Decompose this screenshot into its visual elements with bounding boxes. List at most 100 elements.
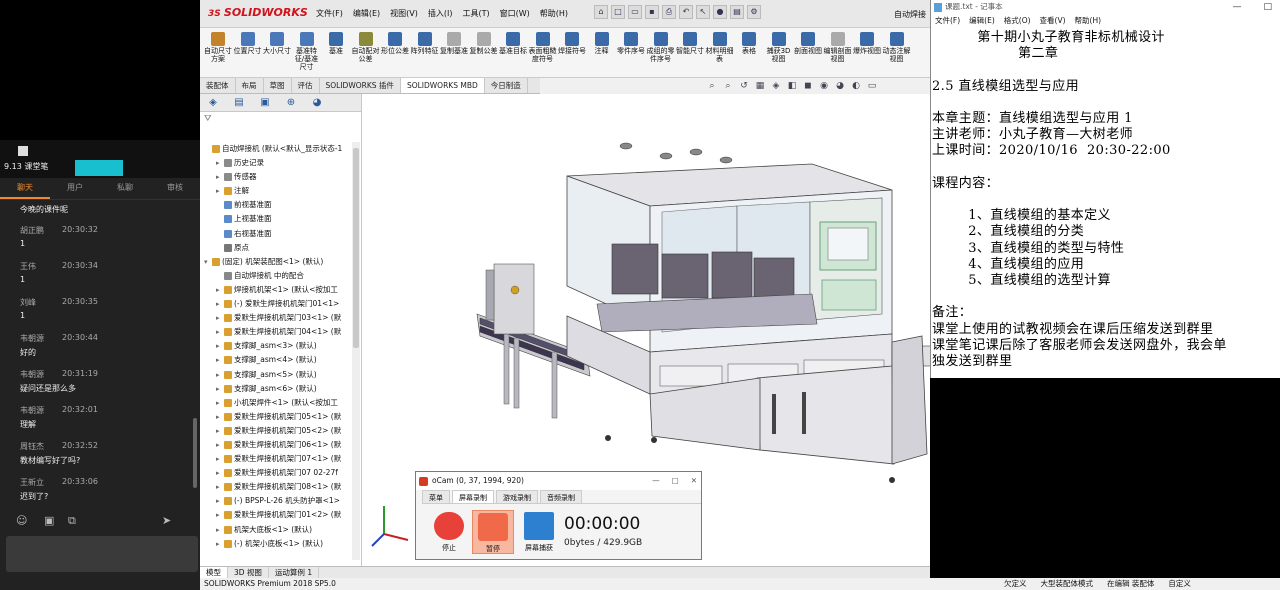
tree-item[interactable]: ▸ 爱默生焊接机机架门07<1> (默: [200, 452, 352, 466]
ocam-tab[interactable]: 屏幕录制: [452, 490, 494, 503]
ribbon-button[interactable]: 动态注解视图: [883, 30, 911, 76]
options-icon[interactable]: ⚙: [747, 5, 761, 19]
menu-item[interactable]: 文件(F): [316, 8, 343, 19]
ribbon-button[interactable]: 零件序号: [617, 30, 645, 76]
ribbon-button[interactable]: 大小尺寸: [263, 30, 291, 76]
tree-item[interactable]: 右视基准面: [200, 227, 352, 241]
chat-tab[interactable]: 聊天: [0, 178, 50, 199]
notepad-content[interactable]: 第十期小丸子教育非标机械设计 第二章 2.5 直线模组选型与应用 本章主题：直线…: [932, 30, 1277, 370]
chat-input[interactable]: [6, 536, 198, 572]
menu-item[interactable]: 工具(T): [462, 8, 489, 19]
tree-expander-icon[interactable]: ▸: [216, 466, 220, 480]
tree-item[interactable]: 上视基准面: [200, 212, 352, 226]
print-icon[interactable]: ⎙: [662, 5, 676, 19]
minimize-icon[interactable]: —: [1232, 0, 1241, 14]
scene-icon[interactable]: ◐: [850, 80, 862, 92]
ribbon-button[interactable]: 编辑剖面视图: [824, 30, 852, 76]
display-style-icon[interactable]: ◼: [802, 80, 814, 92]
command-tab[interactable]: SOLIDWORKS 插件: [320, 78, 401, 93]
tree-item[interactable]: ▸ 历史记录: [200, 156, 352, 170]
tree-expander-icon[interactable]: ▸: [216, 382, 220, 396]
configuration-manager-icon[interactable]: ▣: [252, 94, 278, 111]
ocam-tab[interactable]: 菜单: [422, 490, 450, 503]
emoji-icon[interactable]: ☺: [16, 514, 27, 527]
feature-tree-scrollbar[interactable]: [352, 142, 360, 560]
tree-item[interactable]: ▸ 支撑脚_asm<6> (默认): [200, 382, 352, 396]
ribbon-button[interactable]: 焊接符号: [558, 30, 586, 76]
filter-icon[interactable]: ⛛: [204, 114, 357, 126]
tree-expander-icon[interactable]: ▸: [216, 508, 220, 522]
ribbon-button[interactable]: 自动尺寸方案: [204, 30, 232, 76]
ribbon-button[interactable]: 智能尺寸: [676, 30, 704, 76]
tree-item[interactable]: ▸ 传感器: [200, 170, 352, 184]
tree-expander-icon[interactable]: ▸: [216, 353, 220, 367]
tree-expander-icon[interactable]: ▸: [216, 297, 220, 311]
undo-icon[interactable]: ↶: [679, 5, 693, 19]
feature-tree-scroll-thumb[interactable]: [353, 148, 359, 348]
notepad-menu-item[interactable]: 查看(V): [1040, 14, 1066, 28]
previous-view-icon[interactable]: ↺: [738, 80, 750, 92]
ribbon-button[interactable]: 爆炸视图: [853, 30, 881, 76]
tree-item[interactable]: ▸ (-) 爱默生焊接机机架门01<1>: [200, 297, 352, 311]
tree-expander-icon[interactable]: ▸: [216, 170, 220, 184]
ribbon-button[interactable]: 基准: [322, 30, 350, 76]
dimxpert-icon[interactable]: ⊕: [278, 94, 304, 111]
home-icon[interactable]: ⌂: [594, 5, 608, 19]
tree-expander-icon[interactable]: ▸: [216, 184, 220, 198]
ribbon-button[interactable]: 形位公差: [381, 30, 409, 76]
command-tab[interactable]: 评估: [292, 78, 320, 93]
ribbon-button[interactable]: 位置尺寸: [234, 30, 262, 76]
ribbon-button[interactable]: 阵列特征: [411, 30, 439, 76]
notepad-menu-item[interactable]: 编辑(E): [969, 14, 995, 28]
ribbon-button[interactable]: 表格: [735, 30, 763, 76]
tree-expander-icon[interactable]: ▾: [204, 255, 208, 269]
appearance-icon[interactable]: ◕: [834, 80, 846, 92]
close-icon[interactable]: ✕: [691, 472, 697, 490]
pause-button[interactable]: 暂停: [472, 510, 514, 554]
model-tab[interactable]: 模型: [200, 567, 228, 578]
send-icon[interactable]: ➤: [162, 514, 171, 527]
file-properties-icon[interactable]: ▤: [730, 5, 744, 19]
tree-item[interactable]: ▸ 注解: [200, 184, 352, 198]
tree-item[interactable]: ▸ 爱默生焊接机机架门04<1> (默: [200, 325, 352, 339]
maximize-icon[interactable]: □: [672, 472, 679, 490]
notepad-menu-item[interactable]: 文件(F): [935, 14, 960, 28]
tree-item[interactable]: ▸ 焊接机机架<1> (默认<按加工: [200, 283, 352, 297]
ribbon-button[interactable]: 自动配对公差: [352, 30, 380, 76]
tree-item[interactable]: 自动焊接机 中的配合: [200, 269, 352, 283]
hide-show-icon[interactable]: ◉: [818, 80, 830, 92]
tree-expander-icon[interactable]: ▸: [216, 396, 220, 410]
model-tab[interactable]: 运动算例 1: [269, 567, 320, 578]
tree-expander-icon[interactable]: ▸: [216, 311, 220, 325]
menu-item[interactable]: 插入(I): [428, 8, 453, 19]
tree-expander-icon[interactable]: ▸: [216, 283, 220, 297]
tree-expander-icon[interactable]: ▸: [216, 424, 220, 438]
maximize-icon[interactable]: □: [1263, 0, 1272, 14]
menu-item[interactable]: 帮助(H): [540, 8, 568, 19]
tree-item[interactable]: ▸ 小机架焊件<1> (默认<按加工: [200, 396, 352, 410]
rebuild-icon[interactable]: ●: [713, 5, 727, 19]
tree-expander-icon[interactable]: ▸: [216, 438, 220, 452]
tree-item[interactable]: ▸ 支撑脚_asm<3> (默认): [200, 339, 352, 353]
chat-tab[interactable]: 用户: [50, 178, 100, 199]
ribbon-button[interactable]: 复制公差: [470, 30, 498, 76]
tree-item[interactable]: ▸ 支撑脚_asm<5> (默认): [200, 368, 352, 382]
tree-expander-icon[interactable]: ▸: [216, 368, 220, 382]
image-icon[interactable]: ▣: [44, 514, 54, 527]
feature-tree-icon[interactable]: ◈: [200, 94, 226, 111]
display-manager-icon[interactable]: ◕: [304, 94, 330, 111]
tree-item[interactable]: ▸ 机架大底板<1> (默认): [200, 523, 352, 537]
chat-tab[interactable]: 私聊: [100, 178, 150, 199]
ocam-tab[interactable]: 游戏录制: [496, 490, 538, 503]
tree-expander-icon[interactable]: ▸: [216, 537, 220, 551]
minimize-icon[interactable]: —: [652, 472, 660, 490]
select-icon[interactable]: ↖: [696, 5, 710, 19]
ribbon-button[interactable]: 表面粗糙度符号: [529, 30, 557, 76]
command-tab[interactable]: 草图: [264, 78, 292, 93]
command-tab[interactable]: 装配体: [200, 78, 236, 93]
property-manager-icon[interactable]: ▤: [226, 94, 252, 111]
chat-tab[interactable]: 审核: [150, 178, 200, 199]
stop-button[interactable]: 停止: [428, 510, 470, 554]
ribbon-button[interactable]: 复制基准: [440, 30, 468, 76]
monitor-icon[interactable]: ▭: [866, 80, 878, 92]
